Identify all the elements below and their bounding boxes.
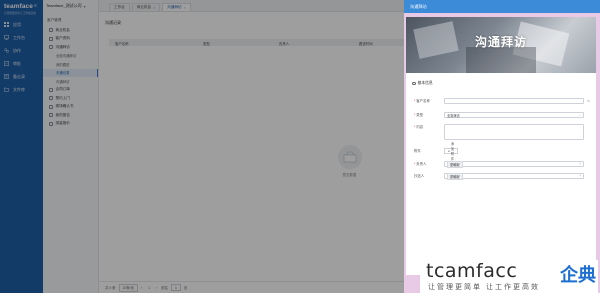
user-tag[interactable]: 夏曦妮 [447,160,463,168]
field-label: * 类型 [414,113,424,117]
content-textarea[interactable] [444,124,584,140]
add-icon[interactable]: + [579,174,581,178]
settings-icon[interactable]: ⊙ [587,99,590,103]
drawer-header: 沟通拜访 [404,0,600,13]
section-title: 基本信息 [417,81,433,85]
field-label: * 客户名称 [414,99,430,103]
owner-select[interactable]: 夏曦妮 + [444,160,584,168]
watermark-slogan: 让管理更简单 让工作更高效 [428,284,540,291]
visit-drawer: 沟通拜访 沟通拜访 基本信息 * 客户名称 ⊙ * 类型 业务拜访 ⌄ * 内容 … [404,0,600,293]
watermark-brand-cn: 企典 [560,265,596,285]
add-icon[interactable]: + [579,162,581,166]
drawer-title: 沟通拜访 [410,3,427,9]
type-value: 业务拜访 [447,113,460,118]
paperclip-icon: ⌀ [448,149,450,153]
section-basic-info: 基本信息 [406,73,596,86]
customer-input[interactable] [444,98,584,104]
field-label: 抄送人 [414,174,425,178]
watermark-brand: tcamfacc [426,260,518,282]
circle-icon [412,81,416,86]
cc-select[interactable]: 夏曦妮 + [444,172,584,180]
type-select[interactable]: 业务拜访 ⌄ [444,112,584,118]
field-label: 附件 [414,149,421,153]
field-label: * 内容 [414,125,424,129]
attach-label: 添加附件 [450,142,455,161]
drawer-body: 沟通拜访 基本信息 * 客户名称 ⊙ * 类型 业务拜访 ⌄ * 内容 附件 ⌀ 添… [406,17,596,275]
field-label: * 负责人 [414,162,427,166]
chevron-down-icon: ⌄ [578,113,581,117]
brand-watermark: tcamfacc 企典 让管理更简单 让工作更高效 [420,260,598,293]
banner-title: 沟通拜访 [474,35,527,49]
banner-image: 沟通拜访 [406,17,596,73]
add-attachment-button[interactable]: ⌀ 添加附件 [444,142,459,161]
user-tag[interactable]: 夏曦妮 [447,172,463,180]
